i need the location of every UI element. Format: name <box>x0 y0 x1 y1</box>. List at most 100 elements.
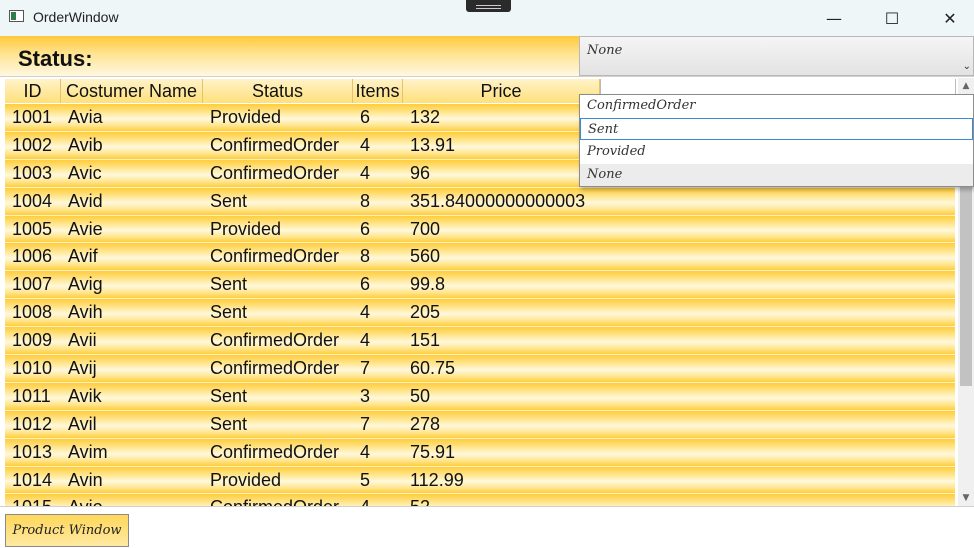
cell-items: 6 <box>360 107 371 127</box>
table-row[interactable]: 1011 Avik Sent 3 50 <box>5 382 955 411</box>
chevron-up-icon[interactable]: ▲ <box>958 78 974 94</box>
cell-status: Provided <box>210 218 282 239</box>
cell-id: 1005 <box>12 218 53 239</box>
table-row[interactable]: 1013 Avim ConfirmedOrder 4 75.91 <box>5 438 955 467</box>
cell-status: ConfirmedOrder <box>210 162 340 183</box>
cell-items: 7 <box>360 413 371 434</box>
dropdown-option-provided[interactable]: Provided <box>580 141 973 163</box>
table-row[interactable]: 1014 Avin Provided 5 112.99 <box>5 466 955 495</box>
chevron-down-icon: ⌄ <box>962 61 971 72</box>
cell-customer-name: Avik <box>68 385 102 406</box>
cell-customer-name: Avin <box>68 469 103 490</box>
cell-customer-name: Avii <box>68 330 97 351</box>
cell-status: ConfirmedOrder <box>210 330 340 351</box>
title-bar: OrderWindow — ☐ ✕ <box>0 0 974 36</box>
table-row[interactable]: 1006 Avif ConfirmedOrder 8 560 <box>5 243 955 272</box>
maximize-button[interactable]: ☐ <box>863 0 921 36</box>
cell-items: 5 <box>360 469 371 490</box>
status-label: Status: <box>18 46 93 71</box>
column-header-customer-name[interactable]: Costumer Name <box>61 79 203 103</box>
chevron-down-icon[interactable]: ▼ <box>958 490 974 506</box>
cell-price: 560 <box>410 246 441 267</box>
table-row[interactable]: 1010 Avij ConfirmedOrder 7 60.75 <box>5 355 955 383</box>
cell-status: ConfirmedOrder <box>210 441 340 462</box>
table-row[interactable]: 1007 Avig Sent 6 99.8 <box>5 271 955 300</box>
cell-customer-name: Avid <box>68 190 103 211</box>
cell-items: 4 <box>360 441 371 462</box>
cell-id: 1006 <box>12 246 53 267</box>
cell-price: 60.75 <box>410 358 456 379</box>
table-row[interactable]: 1009 Avii ConfirmedOrder 4 151 <box>5 327 955 356</box>
cell-status: Sent <box>210 302 248 323</box>
dropdown-option-none[interactable]: None <box>580 164 973 186</box>
cell-status: Sent <box>210 190 248 211</box>
drag-grip[interactable] <box>466 0 511 12</box>
cell-price: 205 <box>410 302 441 323</box>
cell-status: Provided <box>210 107 282 127</box>
cell-id: 1013 <box>12 441 53 462</box>
cell-price: 112.99 <box>410 469 464 490</box>
cell-customer-name: Avia <box>68 107 103 127</box>
cell-id: 1014 <box>12 469 53 490</box>
cell-price: 13.91 <box>410 134 456 155</box>
cell-price: 50 <box>410 385 431 406</box>
cell-items: 3 <box>360 385 371 406</box>
cell-customer-name: Avig <box>68 274 103 295</box>
cell-status: Sent <box>210 385 248 406</box>
status-header: Status: <box>0 36 580 76</box>
cell-price: 132 <box>410 107 441 127</box>
cell-status: Provided <box>210 469 282 490</box>
column-header-status[interactable]: Status <box>203 79 353 103</box>
table-row[interactable]: 1008 Avih Sent 4 205 <box>5 299 955 328</box>
status-combobox-value: None <box>587 43 623 58</box>
column-header-id[interactable]: ID <box>5 79 61 103</box>
cell-status: ConfirmedOrder <box>210 246 340 267</box>
cell-id: 1009 <box>12 330 53 351</box>
cell-price: 99.8 <box>410 274 446 295</box>
cell-status: ConfirmedOrder <box>210 358 340 379</box>
cell-id: 1010 <box>12 358 53 379</box>
cell-customer-name: Avib <box>68 134 103 155</box>
cell-items: 4 <box>360 134 371 155</box>
dropdown-option-confirmedorder[interactable]: ConfirmedOrder <box>580 95 973 117</box>
dropdown-option-sent[interactable]: Sent <box>580 118 973 140</box>
table-row[interactable]: 1012 Avil Sent 7 278 <box>5 410 955 439</box>
cell-status: ConfirmedOrder <box>210 134 340 155</box>
cell-id: 1008 <box>12 302 53 323</box>
cell-customer-name: Avic <box>68 162 102 183</box>
table-row[interactable]: 1004 Avid Sent 8 351.84000000000003 <box>5 187 955 216</box>
cell-price: 75.91 <box>410 441 456 462</box>
cell-customer-name: Avij <box>68 358 97 379</box>
cell-items: 6 <box>360 218 371 239</box>
product-window-button[interactable]: Product Window <box>5 514 129 547</box>
table-row[interactable]: 1005 Avie Provided 6 700 <box>5 215 955 244</box>
cell-items: 8 <box>360 246 371 267</box>
cell-id: 1007 <box>12 274 53 295</box>
cell-id: 1003 <box>12 162 53 183</box>
cell-price: 700 <box>410 218 441 239</box>
cell-id: 1001 <box>12 107 53 127</box>
footer: Product Window <box>0 506 974 548</box>
minimize-button[interactable]: — <box>805 0 863 36</box>
cell-price: 151 <box>410 330 441 351</box>
cell-price: 351.84000000000003 <box>410 190 586 211</box>
column-header-items[interactable]: Items <box>353 79 403 103</box>
cell-price: 96 <box>410 162 431 183</box>
cell-price: 278 <box>410 413 441 434</box>
cell-items: 4 <box>360 162 371 183</box>
cell-customer-name: Avif <box>68 246 98 267</box>
status-dropdown-list[interactable]: ConfirmedOrder Sent Provided None <box>579 94 974 187</box>
column-header-price[interactable]: Price <box>403 79 600 103</box>
cell-id: 1002 <box>12 134 53 155</box>
window-title: OrderWindow <box>33 9 119 25</box>
cell-items: 7 <box>360 358 371 379</box>
close-button[interactable]: ✕ <box>921 0 974 36</box>
cell-status: Sent <box>210 413 248 434</box>
status-combobox[interactable]: None ⌄ <box>579 36 974 76</box>
cell-items: 8 <box>360 190 371 211</box>
cell-customer-name: Avih <box>68 302 103 323</box>
cell-id: 1004 <box>12 190 53 211</box>
cell-customer-name: Avil <box>68 413 97 434</box>
cell-status: Sent <box>210 274 248 295</box>
cell-id: 1011 <box>12 385 51 406</box>
